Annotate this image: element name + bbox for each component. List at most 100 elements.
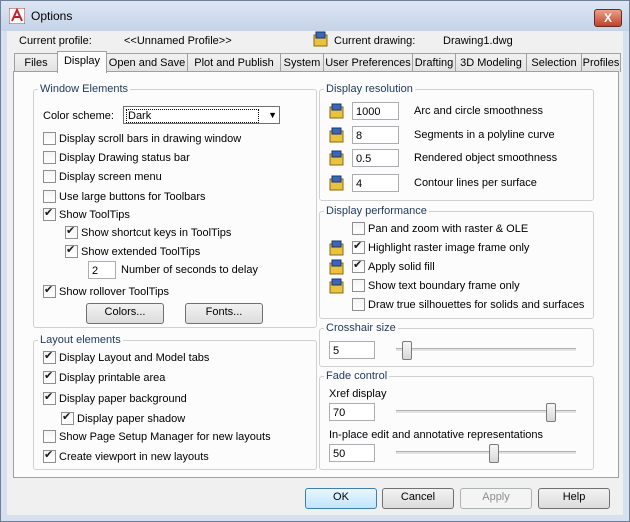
highlight-raster-label: Highlight raster image frame only — [368, 242, 530, 254]
paper-background-label: Display paper background — [59, 393, 187, 405]
display-resolution-title: Display resolution — [326, 83, 413, 95]
paper-shadow-label: Display paper shadow — [77, 413, 186, 425]
drawing-file-icon — [329, 278, 344, 294]
apply-solid-fill-checkbox[interactable] — [352, 258, 365, 273]
arc-smoothness-label: Arc and circle smoothness — [414, 105, 543, 117]
chevron-down-icon: ▼ — [268, 110, 277, 120]
status-bar-checkbox[interactable] — [43, 151, 56, 164]
layout-elements-title: Layout elements — [40, 334, 121, 346]
colors-button[interactable]: Colors... — [86, 303, 164, 324]
crosshair-size-slider-thumb[interactable] — [402, 341, 412, 360]
close-button[interactable]: X — [594, 9, 622, 27]
crosshair-size-slider-track[interactable] — [396, 348, 576, 352]
color-scheme-label: Color scheme: — [43, 110, 114, 122]
drawing-file-icon — [329, 150, 344, 166]
silhouettes-checkbox[interactable] — [352, 298, 365, 311]
current-profile-value: <<Unnamed Profile>> — [124, 35, 232, 47]
tab-plot-and-publish[interactable]: Plot and Publish — [187, 53, 281, 72]
layout-model-tabs-checkbox[interactable] — [43, 349, 56, 364]
tab-open-and-save[interactable]: Open and Save — [106, 53, 188, 72]
highlight-raster-checkbox[interactable] — [352, 239, 365, 254]
fonts-button[interactable]: Fonts... — [185, 303, 263, 324]
display-performance-title: Display performance — [326, 205, 427, 217]
create-viewport-checkbox[interactable] — [43, 448, 56, 463]
tab-selection[interactable]: Selection — [526, 53, 582, 72]
drawing-file-icon — [329, 259, 344, 275]
window-elements-title: Window Elements — [40, 83, 129, 95]
text-boundary-checkbox[interactable] — [352, 279, 365, 292]
large-buttons-checkbox[interactable] — [43, 190, 56, 203]
ok-button[interactable]: OK — [305, 488, 377, 509]
large-buttons-label: Use large buttons for Toolbars — [59, 191, 206, 203]
current-profile-label: Current profile: — [19, 35, 92, 47]
polyline-segments-label: Segments in a polyline curve — [414, 129, 555, 141]
contour-lines-input[interactable]: 4 — [352, 174, 399, 192]
tab-3d-modeling[interactable]: 3D Modeling — [455, 53, 527, 72]
drawing-file-icon — [329, 240, 344, 256]
drawing-file-icon — [313, 31, 328, 47]
page-setup-label: Show Page Setup Manager for new layouts — [59, 431, 271, 443]
autocad-app-icon — [9, 8, 25, 24]
pan-zoom-checkbox[interactable] — [352, 222, 365, 235]
tooltip-delay-label: Number of seconds to delay — [121, 264, 258, 276]
tab-profiles[interactable]: Profiles — [581, 53, 621, 72]
apply-solid-fill-label: Apply solid fill — [368, 261, 435, 273]
inplace-edit-slider-thumb[interactable] — [489, 444, 499, 463]
current-drawing-label: Current drawing: — [334, 35, 416, 47]
pan-zoom-label: Pan and zoom with raster & OLE — [368, 223, 529, 235]
show-tooltips-checkbox[interactable] — [43, 206, 56, 221]
color-scheme-select[interactable]: Dark ▼ — [123, 106, 280, 124]
crosshair-size-input[interactable]: 5 — [329, 341, 375, 359]
cancel-button[interactable]: Cancel — [382, 488, 454, 509]
show-tooltips-label: Show ToolTips — [59, 209, 130, 221]
rendered-smoothness-label: Rendered object smoothness — [414, 152, 558, 164]
create-viewport-label: Create viewport in new layouts — [59, 451, 209, 463]
status-bar-label: Display Drawing status bar — [59, 152, 190, 164]
scroll-bars-checkbox[interactable] — [43, 132, 56, 145]
rollover-tooltips-checkbox[interactable] — [43, 283, 56, 298]
paper-background-checkbox[interactable] — [43, 390, 56, 405]
inplace-edit-label: In-place edit and annotative representat… — [329, 429, 544, 441]
scroll-bars-label: Display scroll bars in drawing window — [59, 133, 242, 145]
xref-display-slider-thumb[interactable] — [546, 403, 556, 422]
title-bar[interactable]: Options X — [1, 1, 629, 31]
tab-display[interactable]: Display — [57, 51, 107, 73]
drawing-file-icon — [329, 103, 344, 119]
crosshair-size-title: Crosshair size — [326, 322, 396, 334]
inplace-edit-input[interactable]: 50 — [329, 444, 375, 462]
silhouettes-label: Draw true silhouettes for solids and sur… — [368, 299, 585, 311]
current-drawing-value: Drawing1.dwg — [443, 35, 513, 47]
close-icon: X — [603, 11, 612, 25]
window-title: Options — [31, 9, 73, 23]
printable-area-checkbox[interactable] — [43, 369, 56, 384]
tab-user-preferences[interactable]: User Preferences — [323, 53, 413, 72]
fade-control-title: Fade control — [326, 370, 388, 382]
xref-display-label: Xref display — [329, 388, 387, 400]
polyline-segments-input[interactable]: 8 — [352, 126, 399, 144]
rendered-smoothness-input[interactable]: 0.5 — [352, 149, 399, 167]
drawing-file-icon — [329, 127, 344, 143]
tab-files[interactable]: Files — [14, 53, 58, 72]
shortcut-keys-checkbox[interactable] — [65, 224, 78, 239]
drawing-file-icon — [329, 175, 344, 191]
color-scheme-value: Dark — [126, 109, 259, 123]
text-boundary-label: Show text boundary frame only — [368, 280, 520, 292]
extended-tooltips-checkbox[interactable] — [65, 243, 78, 258]
tab-drafting[interactable]: Drafting — [412, 53, 456, 72]
screen-menu-checkbox[interactable] — [43, 170, 56, 183]
tooltip-delay-input[interactable]: 2 — [88, 261, 116, 279]
shortcut-keys-label: Show shortcut keys in ToolTips — [81, 227, 232, 239]
inplace-edit-slider-track[interactable] — [396, 451, 576, 455]
rollover-tooltips-label: Show rollover ToolTips — [59, 286, 170, 298]
tab-system[interactable]: System — [280, 53, 324, 72]
screen-menu-label: Display screen menu — [59, 171, 162, 183]
page-setup-checkbox[interactable] — [43, 430, 56, 443]
extended-tooltips-label: Show extended ToolTips — [81, 246, 201, 258]
help-button[interactable]: Help — [538, 488, 610, 509]
xref-display-input[interactable]: 70 — [329, 403, 375, 421]
layout-model-tabs-label: Display Layout and Model tabs — [59, 352, 210, 364]
arc-smoothness-input[interactable]: 1000 — [352, 102, 399, 120]
contour-lines-label: Contour lines per surface — [414, 177, 537, 189]
apply-button[interactable]: Apply — [460, 488, 532, 509]
paper-shadow-checkbox[interactable] — [61, 410, 74, 425]
